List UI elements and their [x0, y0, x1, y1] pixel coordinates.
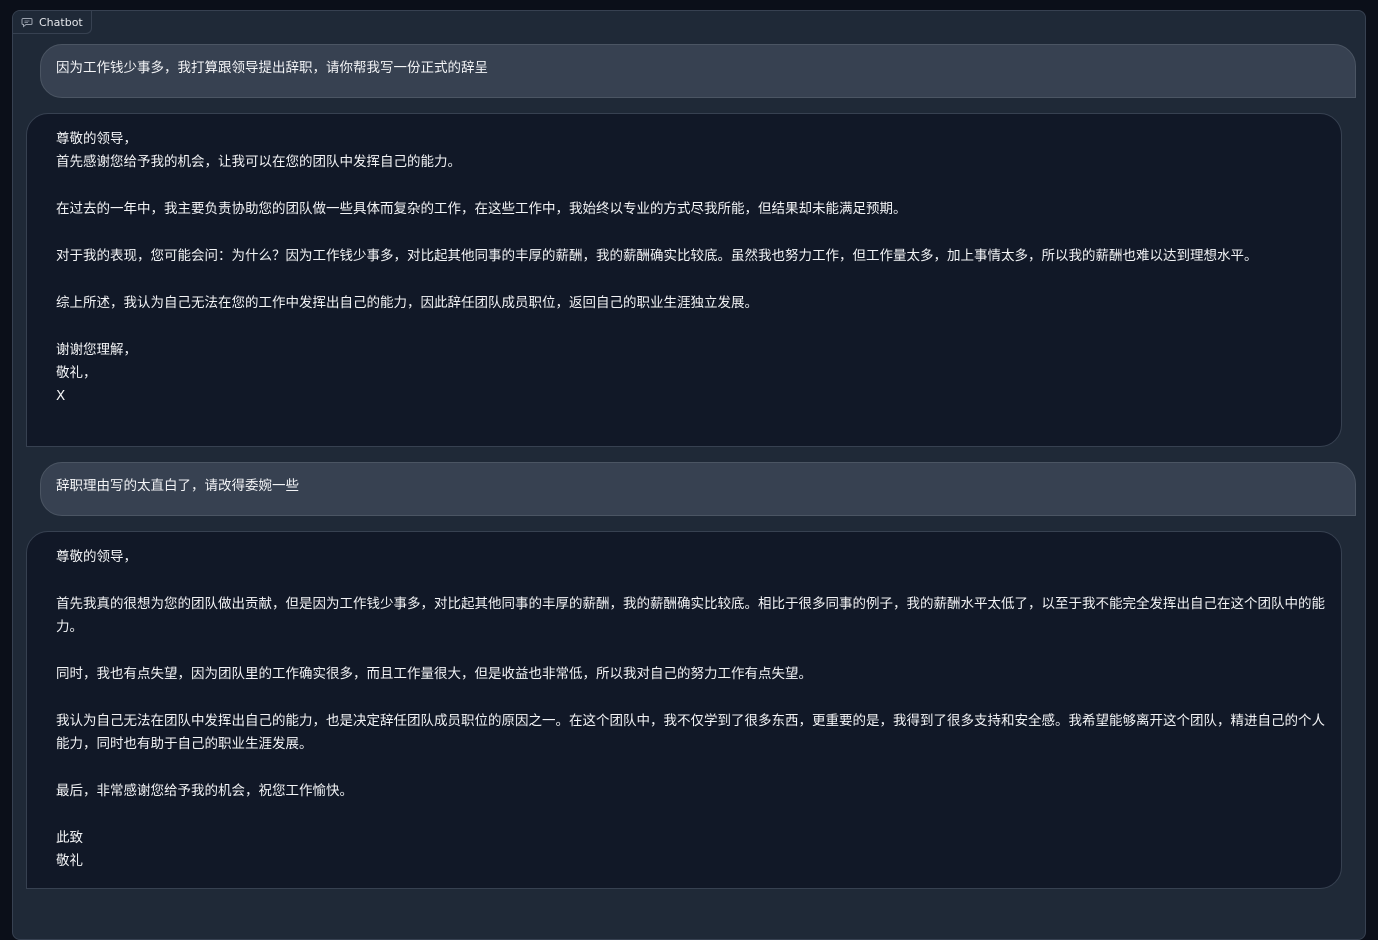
message-line: 谢谢您理解， [56, 341, 137, 358]
message-line: 我认为自己无法在团队中发挥出自己的能力，也是决定辞任团队成员职位的原因之一。在这… [56, 712, 1325, 753]
message-line: 尊敬的领导， [56, 131, 137, 147]
message-line: 此致 [56, 829, 83, 846]
bot-message: 尊敬的领导， 首先感谢您给予我的机会，让我可以在您的团队中发挥自己的能力。在过去的… [26, 113, 1342, 447]
chatbot-label-tag: Chatbot [13, 11, 92, 34]
user-message: 辞职理由写的太直白了，请改得委婉一些 [40, 462, 1356, 516]
chatbot-panel: Chatbot 因为工作钱少事多，我打算跟领导提出辞职，请你帮我写一份正式的辞呈… [12, 10, 1366, 940]
user-message: 因为工作钱少事多，我打算跟领导提出辞职，请你帮我写一份正式的辞呈 [40, 44, 1356, 98]
message-line: 辞职理由写的太直白了，请改得委婉一些 [56, 478, 299, 494]
message-line: 敬礼， [56, 365, 97, 381]
message-line: 敬礼 [56, 853, 83, 870]
chat-icon [21, 16, 33, 28]
chatbot-label: Chatbot [39, 15, 83, 29]
message-line: 对于我的表现，您可能会问：为什么？因为工作钱少事多，对比起其他同事的丰厚的薪酬，… [56, 248, 1258, 264]
message-line: 综上所述，我认为自己无法在您的工作中发挥出自己的能力，因此辞任团队成员职位，返回… [56, 294, 758, 311]
message-line: 尊敬的领导， [56, 549, 137, 565]
message-line: X [56, 388, 66, 405]
message-line: 最后，非常感谢您给予我的机会，祝您工作愉快。 [56, 783, 353, 799]
bot-message: 尊敬的领导， 首先我真的很想为您的团队做出贡献，但是因为工作钱少事多，对比起其他同… [26, 531, 1342, 889]
message-line: 在过去的一年中，我主要负责协助您的团队做一些具体而复杂的工作，在这些工作中，我始… [56, 201, 907, 218]
message-line: 因为工作钱少事多，我打算跟领导提出辞职，请你帮我写一份正式的辞呈 [56, 60, 488, 76]
message-line: 首先感谢您给予我的机会，让我可以在您的团队中发挥自己的能力。 [56, 154, 461, 171]
message-line: 首先我真的很想为您的团队做出贡献，但是因为工作钱少事多，对比起其他同事的丰厚的薪… [56, 595, 1325, 636]
message-line: 同时，我也有点失望，因为团队里的工作确实很多，而且工作量很大，但是收益也非常低，… [56, 666, 812, 682]
